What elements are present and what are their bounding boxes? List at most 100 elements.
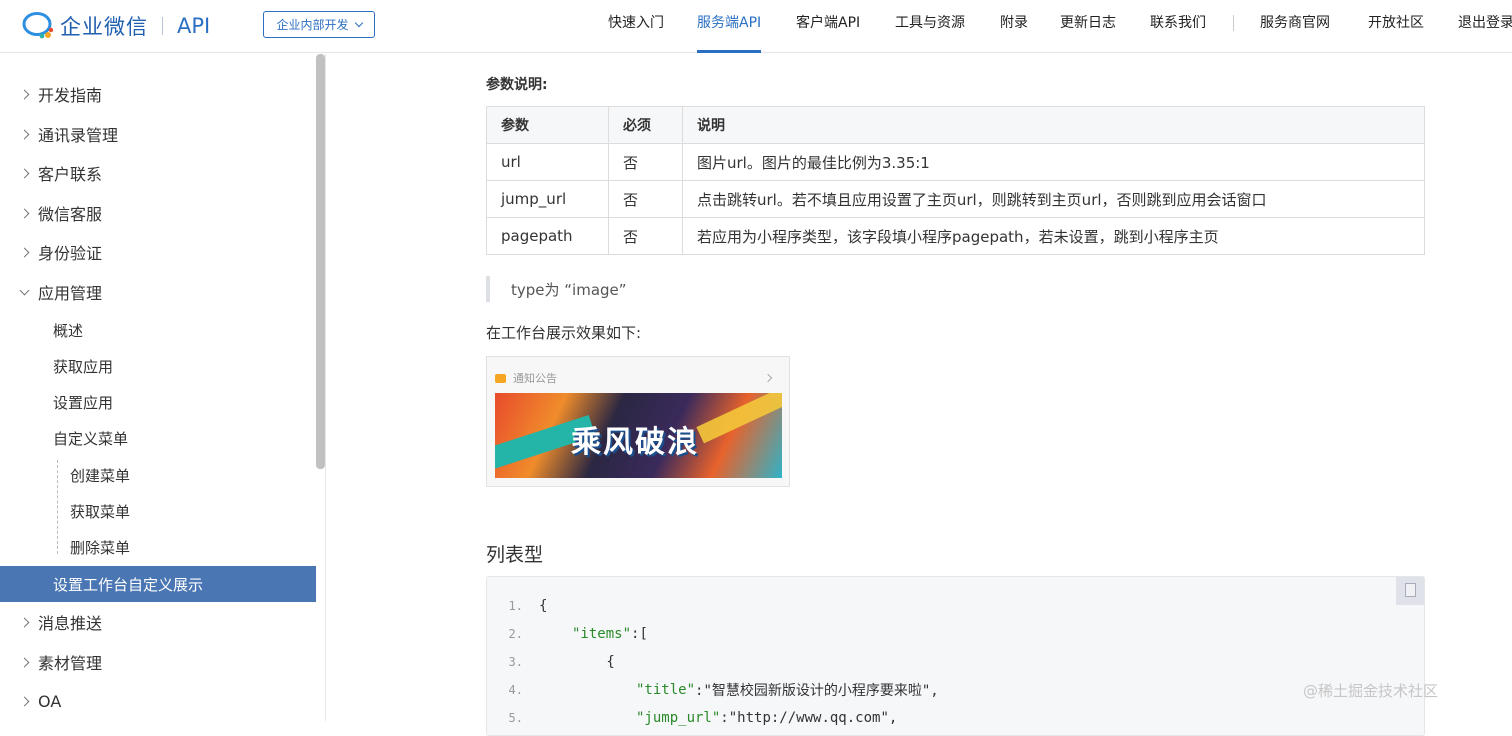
sidebar-item-label: 身份验证 — [38, 244, 103, 263]
type-quote: type为 “image” — [486, 276, 627, 302]
copy-icon — [1405, 583, 1416, 597]
chevron-right-icon — [19, 617, 30, 627]
banner-image: 乘风破浪 — [495, 393, 782, 478]
nav-provider-site[interactable]: 服务商官网 — [1260, 0, 1330, 53]
sidebar-item-messages[interactable]: 消息推送 — [0, 604, 316, 640]
line-number: 3. — [508, 655, 523, 669]
cell-desc: 图片url。图片的最佳比例为3.35:1 — [682, 143, 1425, 181]
code-line: 2. "items" :[ — [487, 620, 648, 648]
copy-button[interactable] — [1396, 577, 1424, 605]
sidebar-item-customer[interactable]: 客户联系 — [0, 155, 316, 191]
code-text: { — [539, 598, 548, 614]
logo-api-label: API — [177, 14, 211, 38]
sidebar-item-label: 通讯录管理 — [38, 126, 119, 145]
sidebar-sub-get-menu[interactable]: 获取菜单 — [70, 493, 130, 529]
cell-desc: 点击跳转url。若不填且应用设置了主页url，则跳转到主页url，否则跳到应用会… — [682, 180, 1425, 218]
preview-image: 通知公告 乘风破浪 — [486, 356, 790, 487]
code-line: 1. { — [487, 592, 548, 620]
chevron-right-icon — [19, 696, 30, 706]
line-number: 5. — [508, 711, 523, 725]
code-line: 3. { — [487, 648, 615, 676]
code-key: "jump_url" — [636, 710, 721, 726]
dev-type-label: 企业内部开发 — [276, 18, 349, 32]
code-key: "items" — [572, 626, 632, 642]
col-header: 参数 — [486, 106, 609, 144]
code-text: :"智慧校园新版设计的小程序要来啦", — [695, 683, 939, 699]
chevron-right-icon — [19, 657, 30, 667]
sidebar-item-label: OA — [38, 691, 62, 711]
preview-header: 通知公告 — [495, 365, 781, 391]
sidebar-sub-set-app[interactable]: 设置应用 — [53, 384, 113, 420]
sidebar-item-app-manage[interactable]: 应用管理 — [0, 274, 316, 310]
nav-server-api[interactable]: 服务端API — [697, 0, 762, 53]
nav-contact[interactable]: 联系我们 — [1150, 0, 1206, 53]
code-block[interactable]: 1. { 2. "items" :[ 3. { 4. "title" :"智慧校… — [486, 576, 1425, 736]
sidebar-item-contacts[interactable]: 通讯录管理 — [0, 116, 316, 152]
code-line: 5. "jump_url" :"http://www.qq.com", — [487, 704, 898, 732]
chevron-right-icon — [19, 168, 30, 178]
sidebar-sub-overview[interactable]: 概述 — [53, 312, 83, 348]
chevron-right-icon — [19, 247, 30, 257]
table-row: pagepath 否 若应用为小程序类型，该字段填小程序pagepath，若未设… — [486, 217, 1425, 255]
notice-icon — [495, 373, 506, 383]
chevron-right-icon — [19, 89, 30, 99]
table-header-row: 参数 必须 说明 — [486, 106, 1425, 144]
sidebar-scrollbar[interactable] — [316, 54, 325, 469]
nav-changelog[interactable]: 更新日志 — [1060, 0, 1116, 53]
nav-client-api[interactable]: 客户端API — [796, 0, 860, 53]
nav-divider — [1233, 15, 1234, 31]
params-table: 参数 必须 说明 url 否 图片url。图片的最佳比例为3.35:1 jump… — [486, 106, 1425, 255]
sidebar-item-label: 应用管理 — [38, 284, 103, 303]
sidebar-item-label: 客户联系 — [38, 165, 103, 184]
line-number: 2. — [508, 627, 523, 641]
cell-param: jump_url — [486, 180, 609, 218]
dev-type-select[interactable]: 企业内部开发 — [263, 11, 375, 38]
code-line: 4. "title" :"智慧校园新版设计的小程序要来啦", — [487, 676, 939, 704]
sidebar-item-auth[interactable]: 身份验证 — [0, 234, 316, 270]
sidebar-item-label: 微信客服 — [38, 205, 103, 224]
chevron-right-icon — [19, 208, 30, 218]
wecom-logo-icon — [22, 12, 54, 39]
sidebar-sub-workbench-display[interactable]: 设置工作台自定义展示 — [0, 566, 316, 602]
top-header: 企业微信 API 企业内部开发 快速入门 服务端API 客户端API 工具与资源… — [0, 0, 1512, 53]
banner-text: 乘风破浪 — [571, 425, 699, 460]
code-key: "title" — [636, 682, 696, 698]
chevron-down-icon — [19, 285, 30, 295]
col-header: 必须 — [608, 106, 683, 144]
list-type-heading: 列表型 — [486, 544, 544, 566]
nav-quickstart[interactable]: 快速入门 — [608, 0, 664, 53]
code-text: :[ — [631, 626, 648, 642]
chevron-right-icon — [763, 373, 773, 383]
line-number: 4. — [508, 683, 523, 697]
nav-tools[interactable]: 工具与资源 — [895, 0, 965, 53]
sidebar-sub-get-app[interactable]: 获取应用 — [53, 348, 113, 384]
nav-community[interactable]: 开放社区 — [1368, 0, 1424, 53]
sidebar-item-label: 消息推送 — [38, 614, 103, 633]
cell-required: 否 — [608, 143, 683, 181]
cell-required: 否 — [608, 180, 683, 218]
nav-logout[interactable]: 退出登录 — [1458, 0, 1512, 53]
cell-param: url — [486, 143, 609, 181]
chevron-down-icon — [354, 18, 363, 28]
sidebar-item-label: 开发指南 — [38, 86, 103, 105]
sidebar-item-media[interactable]: 素材管理 — [0, 644, 316, 680]
logo-divider — [162, 17, 163, 35]
watermark: @稀土掘金技术社区 — [1303, 682, 1439, 700]
sidebar-sub-delete-menu[interactable]: 删除菜单 — [70, 529, 130, 565]
param-section-title: 参数说明: — [486, 77, 548, 93]
sidebar-item-wechat-kf[interactable]: 微信客服 — [0, 195, 316, 231]
logo[interactable]: 企业微信 API — [22, 10, 210, 42]
nav-appendix[interactable]: 附录 — [1000, 0, 1028, 53]
line-number: 1. — [508, 599, 523, 613]
chevron-right-icon — [19, 129, 30, 139]
sidebar-item-oa[interactable]: OA — [0, 683, 316, 719]
sidebar-sub-custom-menu[interactable]: 自定义菜单 — [53, 420, 128, 456]
sidebar-sub-create-menu[interactable]: 创建菜单 — [70, 457, 130, 493]
col-header: 说明 — [682, 106, 1425, 144]
cell-param: pagepath — [486, 217, 609, 255]
table-row: url 否 图片url。图片的最佳比例为3.35:1 — [486, 143, 1425, 181]
cell-desc: 若应用为小程序类型，该字段填小程序pagepath，若未设置，跳到小程序主页 — [682, 217, 1425, 255]
logo-text: 企业微信 — [60, 15, 148, 39]
sidebar-item-dev-guide[interactable]: 开发指南 — [0, 76, 316, 112]
code-text: { — [539, 654, 615, 670]
